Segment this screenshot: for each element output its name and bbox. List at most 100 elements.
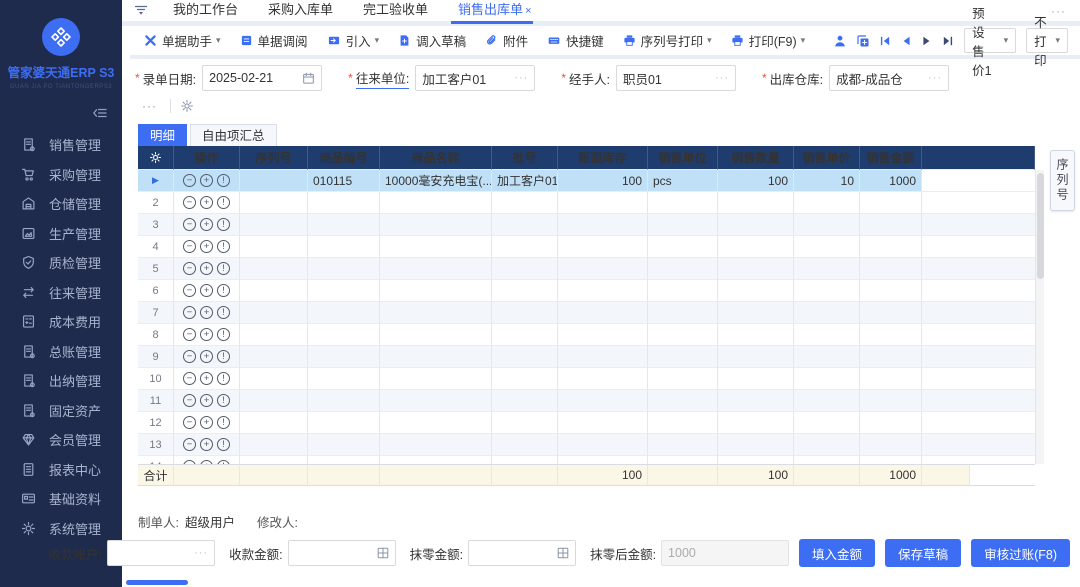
sidebar-item-members[interactable]: 会员管理 bbox=[0, 425, 122, 455]
col-qty[interactable]: 销售数量 bbox=[718, 146, 794, 170]
cell-stock[interactable]: 100 bbox=[558, 170, 648, 192]
sidebar-item-purchase[interactable]: 采购管理 bbox=[0, 160, 122, 190]
remove-row-icon[interactable]: − bbox=[183, 372, 196, 385]
hotkeys-button[interactable]: 快捷键 bbox=[547, 31, 604, 50]
lookup-ellipsis-icon[interactable]: ··· bbox=[715, 72, 729, 84]
remove-row-icon[interactable]: − bbox=[183, 240, 196, 253]
row-detail-icon[interactable]: ! bbox=[217, 174, 230, 187]
sidebar-item-base-data[interactable]: 基础资料 bbox=[0, 484, 122, 514]
row-detail-icon[interactable]: ! bbox=[217, 284, 230, 297]
table-row[interactable]: 8 − + ! bbox=[138, 324, 1035, 346]
partner-label-link[interactable]: 往来单位: bbox=[356, 68, 409, 89]
handler-input[interactable]: ··· bbox=[616, 65, 736, 91]
table-row[interactable]: 13 − + ! bbox=[138, 434, 1035, 456]
received-amount-value[interactable] bbox=[295, 546, 374, 560]
add-row-icon[interactable]: + bbox=[200, 262, 213, 275]
post-button[interactable]: 审核过账(F8) bbox=[971, 539, 1070, 567]
remove-row-icon[interactable]: − bbox=[183, 218, 196, 231]
remove-row-icon[interactable]: − bbox=[183, 438, 196, 451]
horizontal-scrollbar[interactable] bbox=[126, 580, 1066, 586]
tabs-more-button[interactable]: ··· bbox=[1051, 4, 1066, 18]
add-row-icon[interactable]: + bbox=[200, 438, 213, 451]
add-row-icon[interactable]: + bbox=[200, 306, 213, 319]
remove-row-icon[interactable]: − bbox=[183, 306, 196, 319]
last-record-icon[interactable] bbox=[942, 35, 954, 47]
save-draft-button[interactable]: 保存草稿 bbox=[885, 539, 961, 567]
col-code[interactable]: 商品编号 bbox=[308, 146, 380, 170]
remove-row-icon[interactable]: − bbox=[183, 262, 196, 275]
sidebar-item-contacts[interactable]: 往来管理 bbox=[0, 278, 122, 308]
calc-grid-icon[interactable] bbox=[377, 547, 389, 559]
warehouse-input[interactable]: ··· bbox=[829, 65, 949, 91]
cell-batch[interactable]: 加工客户01 bbox=[492, 170, 558, 192]
sidebar-item-general-ledger[interactable]: 总账管理 bbox=[0, 337, 122, 367]
cell-amount[interactable]: 1000 bbox=[860, 170, 922, 192]
scrollbar-thumb[interactable] bbox=[1037, 173, 1044, 279]
table-row[interactable]: 6 − + ! bbox=[138, 280, 1035, 302]
remove-row-icon[interactable]: − bbox=[183, 416, 196, 429]
sidebar-item-system[interactable]: 系统管理 bbox=[0, 514, 122, 544]
remove-row-icon[interactable]: − bbox=[183, 284, 196, 297]
tab-completion-acceptance[interactable]: 完工验收单 bbox=[348, 0, 443, 24]
add-row-icon[interactable]: + bbox=[200, 416, 213, 429]
cell-code[interactable]: 010115 bbox=[308, 170, 380, 192]
table-row[interactable]: 4 − + ! bbox=[138, 236, 1035, 258]
prev-record-icon[interactable] bbox=[900, 35, 912, 47]
attachment-button[interactable]: 附件 bbox=[485, 31, 528, 50]
row-detail-icon[interactable]: ! bbox=[217, 394, 230, 407]
doc-helper-button[interactable]: 单据助手 ▾ bbox=[144, 31, 221, 50]
add-row-icon[interactable]: + bbox=[200, 240, 213, 253]
lookup-ellipsis-icon[interactable]: ··· bbox=[514, 72, 528, 84]
remove-row-icon[interactable]: − bbox=[183, 350, 196, 363]
col-serial[interactable]: 序列号 bbox=[240, 146, 308, 170]
remove-row-icon[interactable]: − bbox=[183, 328, 196, 341]
add-row-icon[interactable]: + bbox=[200, 350, 213, 363]
close-tab-icon[interactable]: × bbox=[525, 5, 531, 17]
row-detail-icon[interactable]: ! bbox=[217, 372, 230, 385]
tab-list-filter-icon[interactable] bbox=[134, 4, 148, 17]
more-fields-button[interactable]: ··· bbox=[138, 99, 161, 113]
entry-date-value[interactable] bbox=[209, 71, 299, 85]
add-row-icon[interactable]: + bbox=[200, 372, 213, 385]
serial-number-side-tab[interactable]: 序列号 bbox=[1050, 150, 1075, 211]
add-row-icon[interactable]: + bbox=[200, 284, 213, 297]
table-row[interactable]: 14 − + ! bbox=[138, 456, 1035, 464]
partner-input[interactable]: ··· bbox=[415, 65, 535, 91]
print-mode-select[interactable]: 不打印 ▾ bbox=[1026, 28, 1068, 53]
remove-row-icon[interactable]: − bbox=[183, 196, 196, 209]
row-detail-icon[interactable]: ! bbox=[217, 306, 230, 319]
user-record-icon[interactable] bbox=[833, 34, 847, 48]
print-button[interactable]: 打印(F9) ▾ bbox=[731, 31, 805, 50]
cell-qty[interactable]: 100 bbox=[718, 170, 794, 192]
add-row-icon[interactable]: + bbox=[200, 218, 213, 231]
table-row[interactable]: 2 − + ! bbox=[138, 192, 1035, 214]
handler-value[interactable] bbox=[623, 71, 712, 85]
partner-value[interactable] bbox=[422, 71, 511, 85]
row-detail-icon[interactable]: ! bbox=[217, 196, 230, 209]
warehouse-value[interactable] bbox=[836, 71, 925, 85]
col-amount[interactable]: 销售金额 bbox=[860, 146, 922, 170]
table-row[interactable]: 10 − + ! bbox=[138, 368, 1035, 390]
rounding-amount-input[interactable] bbox=[468, 540, 576, 566]
next-record-icon[interactable] bbox=[921, 35, 933, 47]
calendar-icon[interactable] bbox=[302, 72, 315, 85]
row-detail-icon[interactable]: ! bbox=[217, 240, 230, 253]
sidebar-item-cashier[interactable]: 出纳管理 bbox=[0, 366, 122, 396]
tab-detail[interactable]: 明细 bbox=[138, 124, 187, 146]
add-row-icon[interactable]: + bbox=[200, 174, 213, 187]
field-settings-gear-icon[interactable] bbox=[180, 99, 194, 113]
col-stock[interactable]: 账面库存 bbox=[558, 146, 648, 170]
serial-print-button[interactable]: 序列号打印 ▾ bbox=[623, 31, 712, 50]
sidebar-item-fixed-assets[interactable]: 固定资产 bbox=[0, 396, 122, 426]
received-amount-input[interactable] bbox=[288, 540, 396, 566]
sidebar-item-reports[interactable]: 报表中心 bbox=[0, 455, 122, 485]
tab-sales-outbound[interactable]: 销售出库单× bbox=[443, 0, 546, 24]
import-button[interactable]: 引入 ▾ bbox=[327, 31, 380, 50]
table-row[interactable]: 12 − + ! bbox=[138, 412, 1035, 434]
col-op[interactable]: 操作 bbox=[174, 146, 240, 170]
price-preset-select[interactable]: 预设售价1 ▾ bbox=[964, 28, 1016, 53]
sidebar-collapse-button[interactable] bbox=[0, 90, 122, 122]
cell-serial[interactable] bbox=[240, 170, 308, 192]
cell-unit[interactable]: pcs bbox=[648, 170, 718, 192]
sidebar-item-quality[interactable]: 质检管理 bbox=[0, 248, 122, 278]
